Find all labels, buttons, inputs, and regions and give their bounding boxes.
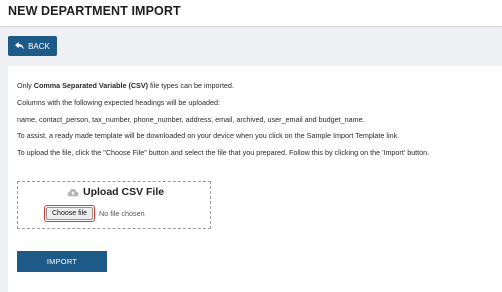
back-button-label: BACK	[28, 41, 50, 51]
page-header: NEW DEPARTMENT IMPORT	[0, 0, 502, 26]
instruction-template: To assist, a ready made template will be…	[17, 131, 400, 140]
instruction-text: file types can be imported.	[148, 81, 234, 90]
upload-dropzone[interactable]: Upload CSV File Choose file No file chos…	[17, 181, 211, 229]
instruction-text: Only	[17, 81, 34, 90]
upload-title-text: Upload CSV File	[83, 186, 165, 198]
choose-file-highlight: Choose file	[44, 205, 96, 222]
choose-file-button[interactable]: Choose file	[46, 207, 94, 220]
file-input-row: Choose file No file chosen	[44, 205, 145, 222]
csv-emphasis: Comma Separated Variable (CSV)	[33, 81, 149, 90]
back-button[interactable]: BACK	[8, 36, 57, 56]
instruction-upload-steps: To upload the file, click the "Choose Fi…	[17, 148, 430, 157]
import-button[interactable]: IMPORT	[17, 251, 107, 272]
upload-title: Upload CSV File	[67, 186, 164, 198]
file-status: No file chosen	[99, 209, 145, 218]
instruction-file-type: Only Comma Separated Variable (CSV) file…	[17, 81, 234, 90]
instruction-column-list: name, contact_person, tax_number, phone_…	[17, 115, 365, 124]
reply-arrow-icon	[15, 42, 25, 50]
page-title: NEW DEPARTMENT IMPORT	[8, 4, 181, 18]
cloud-upload-icon	[67, 188, 79, 196]
instruction-columns: Columns with the following expected head…	[17, 98, 220, 107]
